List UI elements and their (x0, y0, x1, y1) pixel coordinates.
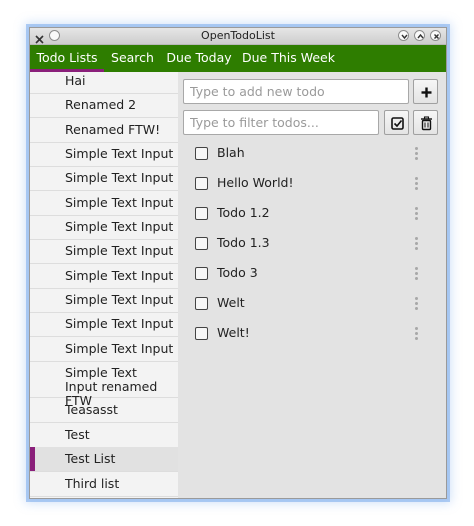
todo-label: Todo 3 (217, 265, 258, 280)
close-icon (434, 34, 439, 39)
list-item[interactable]: Simple Text Input (30, 337, 178, 362)
list-item[interactable]: Simple Text Input (30, 142, 178, 167)
list-item-label: Third list (65, 476, 120, 491)
drag-handle-icon[interactable] (415, 267, 419, 281)
list-item-label: Simple Text Input (65, 146, 174, 161)
todo-panel: Blah Hello World! Todo 1.2 Todo 1.3 Todo… (178, 72, 446, 498)
list-item[interactable]: Simple Text Input (30, 239, 178, 264)
drag-handle-icon[interactable] (415, 297, 419, 311)
list-item[interactable]: Simple Text Input (30, 264, 178, 289)
list-item-label: Simple Text Input (65, 268, 174, 283)
todo-checkbox[interactable] (195, 327, 208, 340)
app-window: OpenTodoList Todo Lists Search Due Today… (29, 27, 447, 499)
todo-item[interactable]: Hello World! (178, 169, 446, 199)
chevron-down-icon (401, 34, 408, 40)
todo-checkbox[interactable] (195, 177, 208, 190)
todo-checkbox[interactable] (195, 237, 208, 250)
todo-label: Welt (217, 295, 245, 310)
list-item[interactable]: Simple Text Input (30, 288, 178, 313)
tab-todo-lists[interactable]: Todo Lists (30, 45, 104, 72)
list-item-label: Simple Text Input (65, 170, 174, 185)
add-todo-button[interactable] (413, 79, 438, 104)
list-item[interactable]: Simple Text Input (30, 312, 178, 337)
list-item[interactable]: Renamed FTW! (30, 118, 178, 143)
trash-icon (421, 116, 432, 131)
drag-handle-icon[interactable] (415, 207, 419, 221)
list-item[interactable]: Renamed 2 (30, 93, 178, 118)
title-bar[interactable]: OpenTodoList (30, 28, 446, 45)
todo-item[interactable]: Welt (178, 289, 446, 319)
todo-label: Blah (217, 145, 245, 160)
todo-item[interactable]: Blah (178, 139, 446, 169)
list-item-label: Simple Text Input (65, 341, 174, 356)
chevron-up-icon (417, 33, 424, 39)
list-item-label: Test List (65, 451, 116, 466)
list-item-label: Test (65, 427, 90, 442)
list-item-label: Teasasst (65, 402, 118, 417)
list-item-label: Simple Text Input (65, 316, 174, 331)
list-item[interactable]: Test (30, 423, 178, 448)
list-item-label: Renamed 2 (65, 97, 137, 112)
list-item-label: Simple Text Input (65, 292, 174, 307)
selection-marker (30, 447, 35, 471)
list-item[interactable]: Simple Text Input (30, 191, 178, 216)
todo-label: Todo 1.2 (217, 205, 270, 220)
todo-checkbox[interactable] (195, 267, 208, 280)
list-item[interactable]: Third list (30, 472, 178, 497)
tab-bar: Todo Lists Search Due Today Due This Wee… (30, 45, 446, 72)
list-item-label: Hai (65, 73, 86, 88)
drag-handle-icon[interactable] (415, 237, 419, 251)
todo-item[interactable]: Todo 3 (178, 259, 446, 289)
list-item[interactable]: Teasasst (30, 398, 178, 423)
todo-checkbox[interactable] (195, 297, 208, 310)
show-done-button[interactable] (384, 110, 409, 135)
list-item[interactable]: Simple Text Input (30, 215, 178, 240)
todo-lists-sidebar[interactable]: Hai Renamed 2 Renamed FTW! Simple Text I… (30, 72, 178, 498)
todo-label: Welt! (217, 325, 250, 340)
list-item[interactable]: Hai (30, 72, 178, 94)
todo-item[interactable]: Welt! (178, 319, 446, 349)
filter-todos-input[interactable] (183, 110, 379, 135)
drag-handle-icon[interactable] (415, 327, 419, 341)
close-button[interactable] (430, 30, 441, 41)
minimize-button[interactable] (398, 30, 409, 41)
plus-icon (421, 87, 432, 98)
tab-due-this-week[interactable]: Due This Week (237, 45, 340, 72)
list-item-label: Simple Text Input (65, 243, 174, 258)
list-item[interactable]: Simple Text Input (30, 166, 178, 191)
todo-label: Hello World! (217, 175, 294, 190)
todo-item[interactable]: Todo 1.2 (178, 199, 446, 229)
tab-due-today[interactable]: Due Today (161, 45, 237, 72)
maximize-button[interactable] (414, 30, 425, 41)
new-todo-input[interactable] (183, 79, 409, 104)
tab-search[interactable]: Search (104, 45, 161, 72)
drag-handle-icon[interactable] (415, 147, 419, 161)
todo-label: Todo 1.3 (217, 235, 270, 250)
list-item-label: Renamed FTW! (65, 122, 161, 137)
checkbox-checked-icon (391, 117, 404, 130)
drag-handle-icon[interactable] (415, 177, 419, 191)
list-item[interactable]: Simple Text Input renamed FTW (30, 361, 178, 408)
todo-checkbox[interactable] (195, 207, 208, 220)
list-item-selected[interactable]: Test List (30, 447, 178, 472)
todo-item[interactable]: Todo 1.3 (178, 229, 446, 259)
window-title: OpenTodoList (201, 29, 275, 42)
delete-done-button[interactable] (413, 110, 438, 135)
list-item-label: Simple Text Input (65, 195, 174, 210)
list-item-label: Simple Text Input (65, 219, 174, 234)
todo-checkbox[interactable] (195, 147, 208, 160)
